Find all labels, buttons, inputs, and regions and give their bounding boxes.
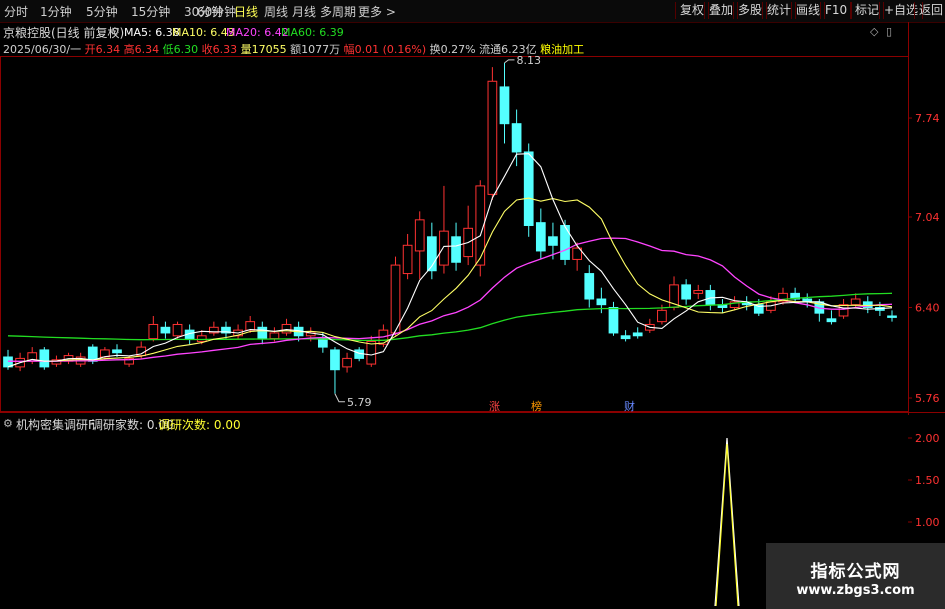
- candle-down: [548, 236, 558, 246]
- candle-down: [826, 318, 837, 323]
- candle-down: [535, 222, 546, 252]
- candle-up: [366, 340, 377, 365]
- candle-up: [693, 290, 704, 294]
- candle-up: [850, 298, 861, 306]
- candle-up: [269, 332, 280, 340]
- indicator-line-times: [715, 443, 739, 607]
- price-tick-label: 7.74: [915, 112, 940, 125]
- candle-up: [172, 323, 183, 337]
- candle-down: [330, 349, 340, 371]
- candle-down: [887, 315, 897, 318]
- high-annotation: 8.13: [516, 54, 541, 67]
- ma20-line: [7, 237, 893, 362]
- candle-down: [499, 86, 510, 125]
- price-tick-label: 6.40: [915, 302, 940, 315]
- candle-up: [245, 321, 256, 331]
- candle-up: [414, 219, 425, 252]
- candle-up: [148, 323, 159, 340]
- candle-up: [838, 304, 849, 317]
- candle-down: [39, 349, 50, 368]
- watermark-badge: 指标公式网 www.zbgs3.com: [766, 543, 945, 609]
- main-chart-frame: [0, 56, 909, 412]
- candle-down: [160, 326, 171, 334]
- candle-down: [317, 338, 328, 348]
- watermark-url: www.zbgs3.com: [796, 583, 915, 598]
- candle-down: [608, 307, 619, 334]
- candle-up: [196, 335, 207, 342]
- candle-down: [257, 326, 268, 340]
- indicator-tick-label: 2.00: [915, 432, 940, 445]
- candle-down: [523, 151, 534, 226]
- ma5-line: [7, 153, 893, 368]
- candle-up: [342, 357, 352, 368]
- watermark-title: 指标公式网: [810, 562, 901, 582]
- high-annotation-pointer: [504, 59, 515, 64]
- price-tick-label: 5.76: [915, 392, 940, 405]
- ma10-line: [7, 197, 893, 368]
- candle-down: [112, 349, 122, 354]
- ma60-line: [7, 292, 893, 342]
- price-tick-label: 7.04: [915, 211, 940, 224]
- low-annotation-pointer: [334, 393, 345, 403]
- candle-up: [402, 244, 413, 275]
- candle-down: [584, 273, 595, 300]
- candlestick-chart[interactable]: 7.74 7.04 6.40 5.76 8.13 5.79: [0, 0, 945, 415]
- candle-up: [487, 80, 498, 195]
- candle-down: [620, 335, 631, 340]
- indicator-tick-label: 1.00: [915, 516, 940, 529]
- low-annotation: 5.79: [347, 396, 372, 409]
- candle-down: [596, 298, 607, 306]
- candle-up: [657, 309, 667, 323]
- candle-down: [632, 332, 643, 337]
- candle-down: [681, 284, 691, 300]
- candle-up: [281, 323, 292, 334]
- candle-down: [511, 123, 522, 153]
- candle-up: [390, 264, 401, 334]
- indicator-line-count: [714, 437, 740, 607]
- indicator-tick-label: 1.50: [915, 474, 940, 487]
- candle-down: [451, 236, 461, 263]
- candle-up: [439, 230, 449, 266]
